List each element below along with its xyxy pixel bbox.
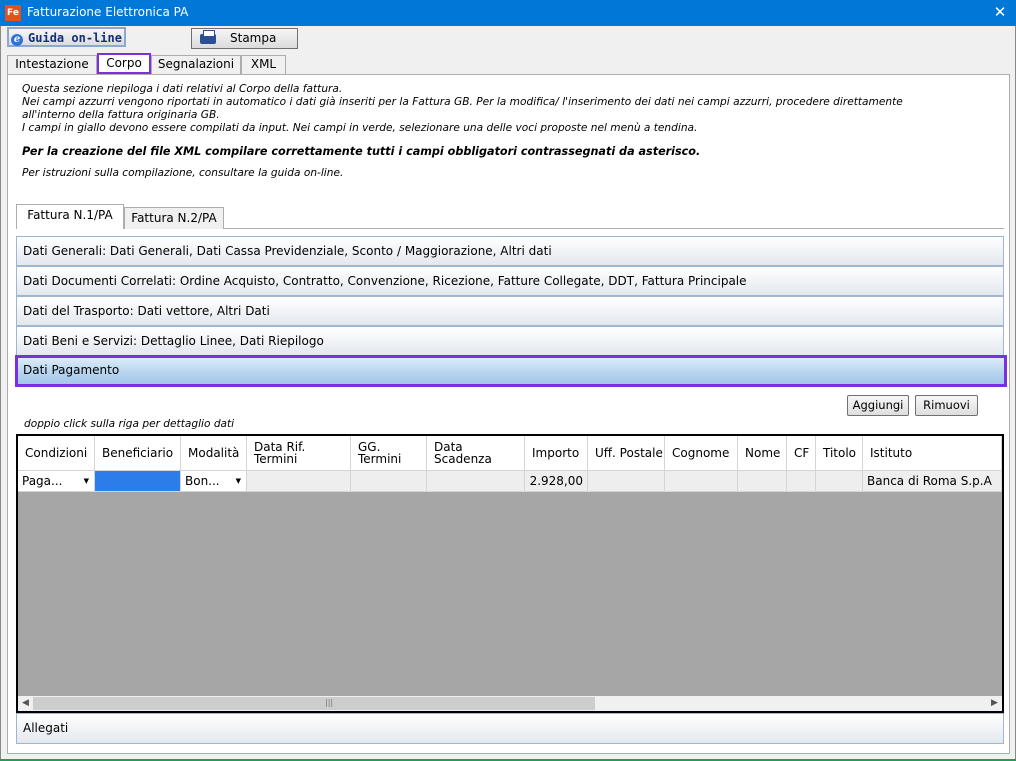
importo-cell[interactable]: 2.928,00 (525, 470, 588, 492)
condizioni-select[interactable]: Paga... ▼ (18, 470, 95, 492)
app-icon: Fe (5, 5, 21, 21)
grid-header: Condizioni Beneficiario Modalità Data Ri… (18, 436, 1002, 470)
column-header[interactable]: Uff. Postale (588, 436, 665, 470)
close-icon[interactable]: ✕ (990, 2, 1010, 22)
grip-icon: ||| (325, 698, 334, 707)
intro-line: all'interno della fattura originaria GB. (22, 109, 220, 121)
tab-segnalazioni[interactable]: Segnalazioni (151, 55, 241, 74)
uff-postale-cell[interactable] (588, 470, 665, 492)
column-header[interactable]: Modalità (181, 436, 247, 470)
dropdown-arrow-icon[interactable]: ▼ (236, 471, 241, 491)
stampa-button[interactable]: Stampa (191, 28, 298, 49)
section-dati-trasporto[interactable]: Dati del Trasporto: Dati vettore, Altri … (16, 296, 1004, 326)
intro-line: Nei campi azzurri vengono riportati in a… (22, 96, 903, 108)
title-bar: Fe Fatturazione Elettronica PA ✕ (0, 0, 1016, 26)
data-scadenza-cell[interactable] (427, 470, 525, 492)
column-header[interactable]: Importo (525, 436, 588, 470)
column-header[interactable]: Data Rif. Termini (247, 436, 351, 470)
titolo-cell[interactable] (816, 470, 863, 492)
istituto-cell[interactable]: Banca di Roma S.p.A (863, 470, 1002, 492)
tab-fattura-1[interactable]: Fattura N.1/PA (16, 204, 124, 229)
dropdown-arrow-icon[interactable]: ▼ (84, 471, 89, 491)
section-dati-pagamento[interactable]: Dati Pagamento (15, 355, 1007, 387)
invoice-tab-strip: Fattura N.1/PA Fattura N.2/PA (16, 204, 1004, 229)
printer-icon (200, 30, 216, 44)
main-tab-strip: Intestazione Corpo Segnalazioni XML (0, 53, 1016, 74)
column-header[interactable]: Cognome (665, 436, 738, 470)
column-header[interactable]: Condizioni (18, 436, 95, 470)
rimuovi-button[interactable]: Rimuovi (915, 395, 978, 416)
intro-istruzioni: Per istruzioni sulla compilazione, consu… (22, 167, 344, 179)
horizontal-scrollbar[interactable]: ◀ ||| ▶ (18, 696, 1002, 711)
tab-xml[interactable]: XML (241, 55, 286, 74)
cognome-cell[interactable] (665, 470, 738, 492)
section-dati-generali[interactable]: Dati Generali: Dati Generali, Dati Cassa… (16, 236, 1004, 266)
tab-fattura-2[interactable]: Fattura N.2/PA (124, 207, 224, 229)
data-rif-termini-cell[interactable] (247, 470, 351, 492)
column-header[interactable]: Istituto (863, 436, 1002, 470)
scroll-right-icon[interactable]: ▶ (987, 696, 1002, 711)
column-header[interactable]: CF (787, 436, 816, 470)
column-header[interactable]: GG. Termini (351, 436, 427, 470)
scroll-left-icon[interactable]: ◀ (18, 696, 33, 711)
tab-corpo[interactable]: Corpo (97, 53, 151, 74)
guida-online-button[interactable]: e Guida on-line (7, 27, 126, 47)
tab-intestazione[interactable]: Intestazione (7, 55, 97, 74)
column-header[interactable]: Beneficiario (95, 436, 181, 470)
column-header[interactable]: Titolo (816, 436, 863, 470)
column-header[interactable]: Data Scadenza (427, 436, 525, 470)
aggiungi-button[interactable]: Aggiungi (847, 395, 909, 416)
nome-cell[interactable] (738, 470, 787, 492)
intro-warning: Per la creazione del file XML compilare … (22, 145, 701, 158)
stampa-label: Stampa (230, 31, 277, 45)
cf-cell[interactable] (787, 470, 816, 492)
intro-line: I campi in giallo devono essere compilat… (22, 122, 698, 134)
grid-hint: doppio click sulla riga per dettaglio da… (24, 418, 235, 430)
section-dati-documenti-correlati[interactable]: Dati Documenti Correlati: Ordine Acquist… (16, 266, 1004, 296)
modalita-select[interactable]: Bon... ▼ (181, 470, 247, 492)
section-dati-beni-servizi[interactable]: Dati Beni e Servizi: Dettaglio Linee, Da… (16, 326, 1004, 356)
window-title: Fatturazione Elettronica PA (27, 5, 189, 19)
pagamento-grid: Condizioni Beneficiario Modalità Data Ri… (16, 434, 1004, 713)
condizioni-value: Paga... (22, 474, 63, 488)
guida-online-label: Guida on-line (28, 31, 122, 45)
section-allegati[interactable]: Allegati (16, 713, 1004, 744)
beneficiario-cell[interactable] (95, 470, 181, 492)
column-header[interactable]: Nome (738, 436, 787, 470)
internet-explorer-icon: e (11, 34, 24, 46)
scrollbar-thumb[interactable]: ||| (33, 697, 595, 710)
intro-text: Questa sezione riepiloga i dati relativi… (22, 83, 992, 180)
gg-termini-cell[interactable] (351, 470, 427, 492)
corpo-panel: Questa sezione riepiloga i dati relativi… (7, 74, 1010, 754)
modalita-value: Bon... (185, 474, 220, 488)
table-row[interactable]: Paga... ▼ Bon... ▼ 2.928,00 Banca di Rom… (18, 470, 1002, 492)
intro-line: Questa sezione riepiloga i dati relativi… (22, 83, 343, 95)
